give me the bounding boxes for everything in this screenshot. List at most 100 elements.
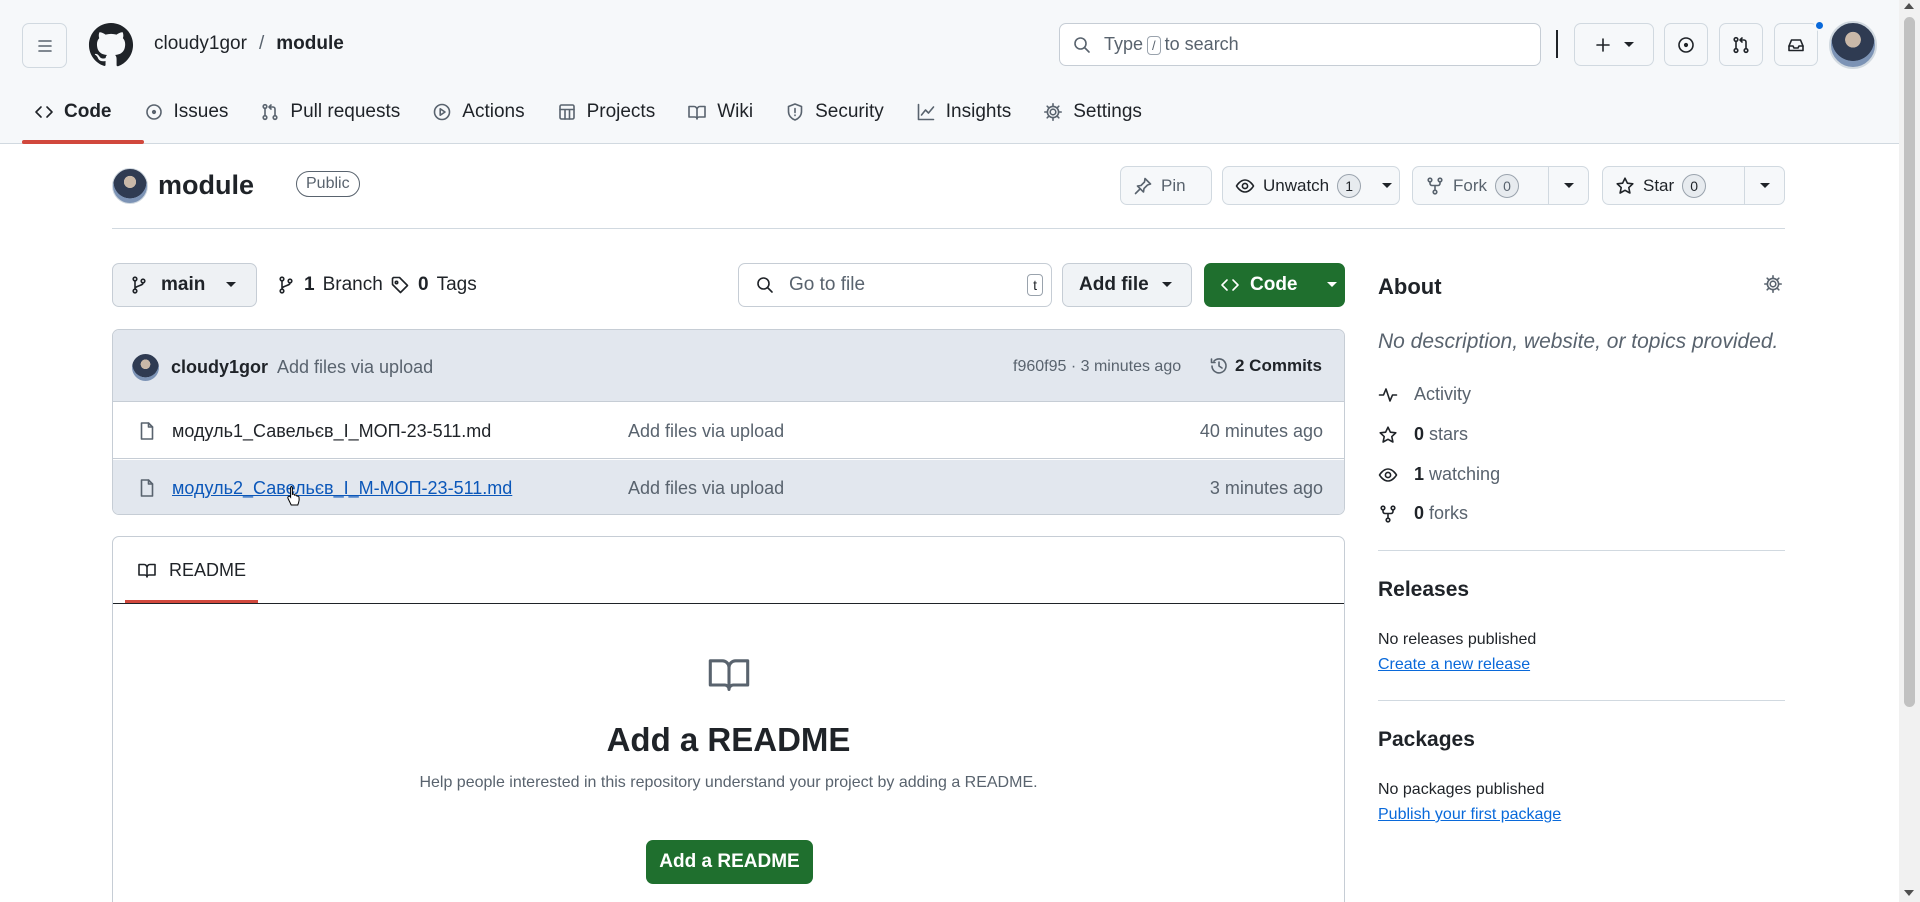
tab-label: Actions — [462, 101, 525, 122]
user-avatar[interactable] — [1829, 21, 1877, 69]
publish-package-link[interactable]: Publish your first package — [1378, 806, 1561, 824]
book-icon — [708, 659, 750, 691]
pull-requests-button[interactable] — [1719, 23, 1763, 66]
branch-name: main — [161, 274, 206, 295]
scroll-up-arrow[interactable] — [1904, 3, 1914, 9]
gear-icon[interactable] — [1763, 274, 1783, 294]
releases-heading[interactable]: Releases — [1378, 578, 1469, 602]
readme-panel: README Add a README Help people interest… — [112, 536, 1345, 902]
tab-settings[interactable]: Settings — [1031, 92, 1154, 132]
commit-sha-time[interactable]: f960f95 · 3 minutes ago — [1013, 358, 1181, 376]
search-placeholder: Type / to search — [1104, 34, 1239, 55]
file-commit-message[interactable]: Add files via upload — [628, 478, 784, 499]
tab-label: Wiki — [717, 101, 754, 122]
activity-label: Activity — [1414, 384, 1472, 404]
visibility-badge: Public — [296, 171, 360, 197]
sidebar-divider — [1378, 550, 1785, 551]
hand-cursor-icon — [287, 486, 300, 506]
star-dropdown[interactable] — [1744, 167, 1784, 204]
chevron-down-icon — [1161, 282, 1172, 287]
unwatch-button[interactable]: Unwatch 1 — [1222, 166, 1400, 205]
pin-button[interactable]: Pin — [1120, 166, 1212, 205]
breadcrumb-repo[interactable]: module — [276, 33, 344, 55]
activity-link[interactable]: Activity — [1378, 384, 1471, 405]
file-icon — [140, 479, 154, 497]
readme-empty-title: Add a README — [606, 721, 851, 758]
file-name-link[interactable]: модуль1_Савельєв_І_МОП-23-511.md — [172, 421, 491, 442]
about-heading: About — [1378, 274, 1442, 299]
unwatch-dropdown[interactable] — [1375, 182, 1399, 190]
fork-button[interactable]: Fork 0 — [1412, 166, 1589, 205]
tab-pull-requests[interactable]: Pull requests — [248, 92, 412, 132]
issue-icon — [1678, 36, 1694, 53]
tab-wiki[interactable]: Wiki — [675, 92, 765, 132]
tags-link[interactable]: 0 Tags — [390, 274, 477, 296]
stars-link[interactable]: 0 stars — [1378, 424, 1468, 445]
issues-button[interactable] — [1664, 23, 1708, 66]
git-branch-icon — [132, 276, 146, 294]
tab-label: Settings — [1073, 101, 1142, 122]
add-file-button[interactable]: Add file — [1062, 263, 1192, 307]
forks-link[interactable]: 0 forks — [1378, 503, 1468, 524]
chevron-down-icon — [1759, 182, 1770, 188]
create-release-link[interactable]: Create a new release — [1378, 656, 1530, 674]
file-name-link[interactable]: модуль2_Савельєв_І_М-МОП-23-511.md — [172, 478, 512, 499]
commits-link[interactable]: 2 Commits — [1209, 356, 1322, 376]
inbox-button[interactable] — [1774, 23, 1818, 66]
tab-security[interactable]: Security — [773, 92, 896, 132]
tab-label: Projects — [586, 101, 656, 122]
code-icon — [35, 106, 53, 118]
add-readme-button[interactable]: Add a README — [646, 840, 813, 884]
menu-button[interactable] — [22, 23, 67, 68]
packages-note: No packages published — [1378, 781, 1545, 798]
repo-nav-tabs: Code Issues Pull requests Actions Projec… — [22, 92, 1162, 144]
watching-link[interactable]: 1 watching — [1378, 464, 1500, 485]
code-button[interactable]: Code — [1204, 263, 1345, 307]
search-icon — [757, 277, 773, 293]
tab-code[interactable]: Code — [22, 92, 124, 144]
go-to-file-input[interactable]: Go to file t — [738, 263, 1052, 307]
readme-empty-description: Help people interested in this repositor… — [419, 774, 1038, 791]
repo-title[interactable]: module — [158, 170, 254, 201]
tag-label: Tags — [436, 274, 477, 295]
star-button[interactable]: Star 0 — [1602, 166, 1785, 205]
fork-counter: 0 — [1495, 173, 1519, 198]
tag-count: 0 — [418, 274, 429, 295]
packages-heading[interactable]: Packages — [1378, 728, 1475, 752]
chevron-down-icon — [1563, 182, 1574, 188]
fork-dropdown[interactable] — [1548, 167, 1588, 204]
top-bar: cloudy1gor / module Type / to search — [0, 0, 1920, 90]
commit-message[interactable]: Add files via upload — [277, 357, 433, 378]
github-logo-icon[interactable] — [88, 22, 134, 68]
commit-author[interactable]: cloudy1gor — [171, 357, 268, 378]
stars-label: stars — [1429, 424, 1469, 444]
search-input[interactable]: Type / to search — [1059, 23, 1541, 66]
page-scrollbar[interactable] — [1899, 0, 1920, 902]
file-commit-message[interactable]: Add files via upload — [628, 421, 784, 442]
graph-icon — [917, 103, 935, 121]
play-icon — [433, 103, 451, 121]
tab-insights[interactable]: Insights — [904, 92, 1023, 132]
breadcrumb: cloudy1gor / module — [154, 33, 344, 55]
header-divider — [1556, 30, 1558, 58]
commit-author-avatar[interactable] — [132, 354, 159, 381]
hamburger-icon — [37, 39, 52, 52]
repo-owner-avatar[interactable] — [112, 168, 148, 204]
breadcrumb-owner[interactable]: cloudy1gor — [154, 33, 247, 55]
pin-label: Pin — [1161, 175, 1186, 195]
branch-selector[interactable]: main — [112, 263, 257, 307]
create-new-button[interactable] — [1574, 23, 1654, 66]
readme-tab[interactable]: README — [125, 537, 258, 603]
branch-label: Branch — [322, 274, 383, 295]
tab-actions[interactable]: Actions — [420, 92, 536, 132]
scroll-thumb[interactable] — [1904, 17, 1915, 707]
tab-projects[interactable]: Projects — [545, 92, 668, 132]
star-icon — [1379, 425, 1397, 443]
scroll-down-arrow[interactable] — [1904, 890, 1914, 896]
shield-icon — [787, 103, 803, 121]
tab-issues[interactable]: Issues — [132, 92, 241, 132]
notification-dot — [1814, 20, 1825, 31]
branches-link[interactable]: 1 Branch — [276, 274, 383, 296]
table-row[interactable]: модуль1_Савельєв_І_МОП-23-511.md Add fil… — [113, 403, 1344, 459]
watching-label: watching — [1429, 464, 1501, 484]
